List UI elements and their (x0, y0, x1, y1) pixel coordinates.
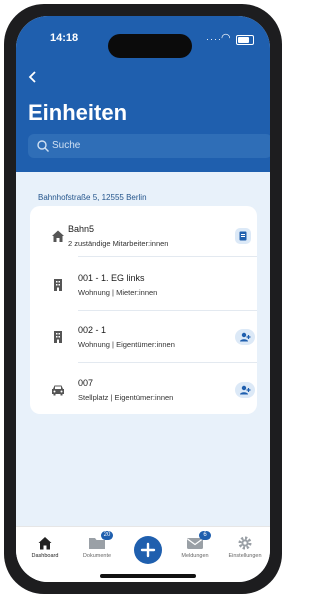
divider (78, 256, 257, 257)
search-icon (37, 140, 49, 152)
page-title: Einheiten (28, 100, 128, 125)
add-owner-button[interactable] (235, 382, 255, 398)
add-person-icon (240, 332, 251, 342)
unit-details: Stellplatz | Eigentümer:innen (78, 393, 174, 402)
unit-row-007[interactable]: 007 Stellplatz | Eigentümer:innen (30, 366, 257, 416)
unit-name: 001 - 1. EG links (78, 273, 145, 283)
home-indicator (100, 574, 196, 578)
units-card: Bahn5 2 zuständige Mitarbeiter:innen 001… (30, 206, 257, 414)
tab-label: Einstellungen (228, 553, 262, 559)
unit-name: 002 - 1 (78, 325, 107, 335)
tab-label: Dokumente (82, 553, 112, 559)
header: 14:18 ···· ◠ Einheiten Suche (16, 16, 270, 172)
gear-icon (238, 536, 252, 550)
status-time: 14:18 (50, 32, 79, 44)
messages-badge: 6 (199, 531, 211, 540)
unit-row-001[interactable]: 001 - 1. EG links Wohnung | Mieter:innen (30, 261, 257, 311)
wifi-icon: ◠ (221, 32, 231, 44)
status-bar: 14:18 ···· ◠ (16, 28, 270, 58)
phone-frame: 14:18 ···· ◠ Einheiten Suche Bahnhofstra… (4, 4, 282, 594)
plus-icon (140, 542, 156, 558)
building-icon (54, 279, 62, 291)
unit-name: 007 (78, 378, 94, 388)
id-card-icon (239, 231, 247, 241)
address-label: Bahnhofstraße 5, 12555 Berlin (38, 193, 147, 202)
building-row[interactable]: Bahn5 2 zuständige Mitarbeiter:innen (30, 212, 257, 262)
divider (78, 362, 257, 363)
tab-documents[interactable]: 20 Dokumente (72, 531, 122, 559)
tab-label: Meldungen (181, 553, 209, 559)
unit-details: Wohnung | Mieter:innen (78, 288, 158, 297)
documents-badge: 20 (101, 531, 113, 540)
tab-dashboard[interactable]: Dashboard (20, 535, 70, 559)
home-icon (38, 537, 52, 550)
dynamic-island (108, 34, 192, 58)
search-input[interactable]: Suche (28, 134, 270, 158)
unit-details: Wohnung | Eigentümer:innen (78, 340, 175, 349)
building-name: Bahn5 (68, 224, 95, 234)
battery-icon (236, 35, 254, 45)
search-placeholder: Suche (52, 140, 81, 151)
add-person-icon (240, 385, 251, 395)
home-icon (52, 230, 64, 242)
divider (78, 310, 257, 311)
tab-label: Dashboard (31, 553, 59, 559)
add-owner-button[interactable] (235, 329, 255, 345)
app-screen: 14:18 ···· ◠ Einheiten Suche Bahnhofstra… (16, 16, 270, 582)
signal-icon: ···· (206, 34, 222, 44)
building-icon (54, 331, 62, 343)
building-info-button[interactable] (235, 228, 251, 244)
tab-messages[interactable]: 6 Meldungen (170, 531, 220, 559)
building-subtitle: 2 zuständige Mitarbeiter:innen (68, 239, 169, 248)
tab-settings[interactable]: Einstellungen (220, 535, 270, 559)
back-button[interactable] (28, 70, 38, 86)
chevron-left-icon (28, 71, 36, 83)
add-button[interactable] (134, 536, 162, 564)
car-icon (52, 385, 64, 396)
unit-row-002[interactable]: 002 - 1 Wohnung | Eigentümer:innen (30, 313, 257, 363)
